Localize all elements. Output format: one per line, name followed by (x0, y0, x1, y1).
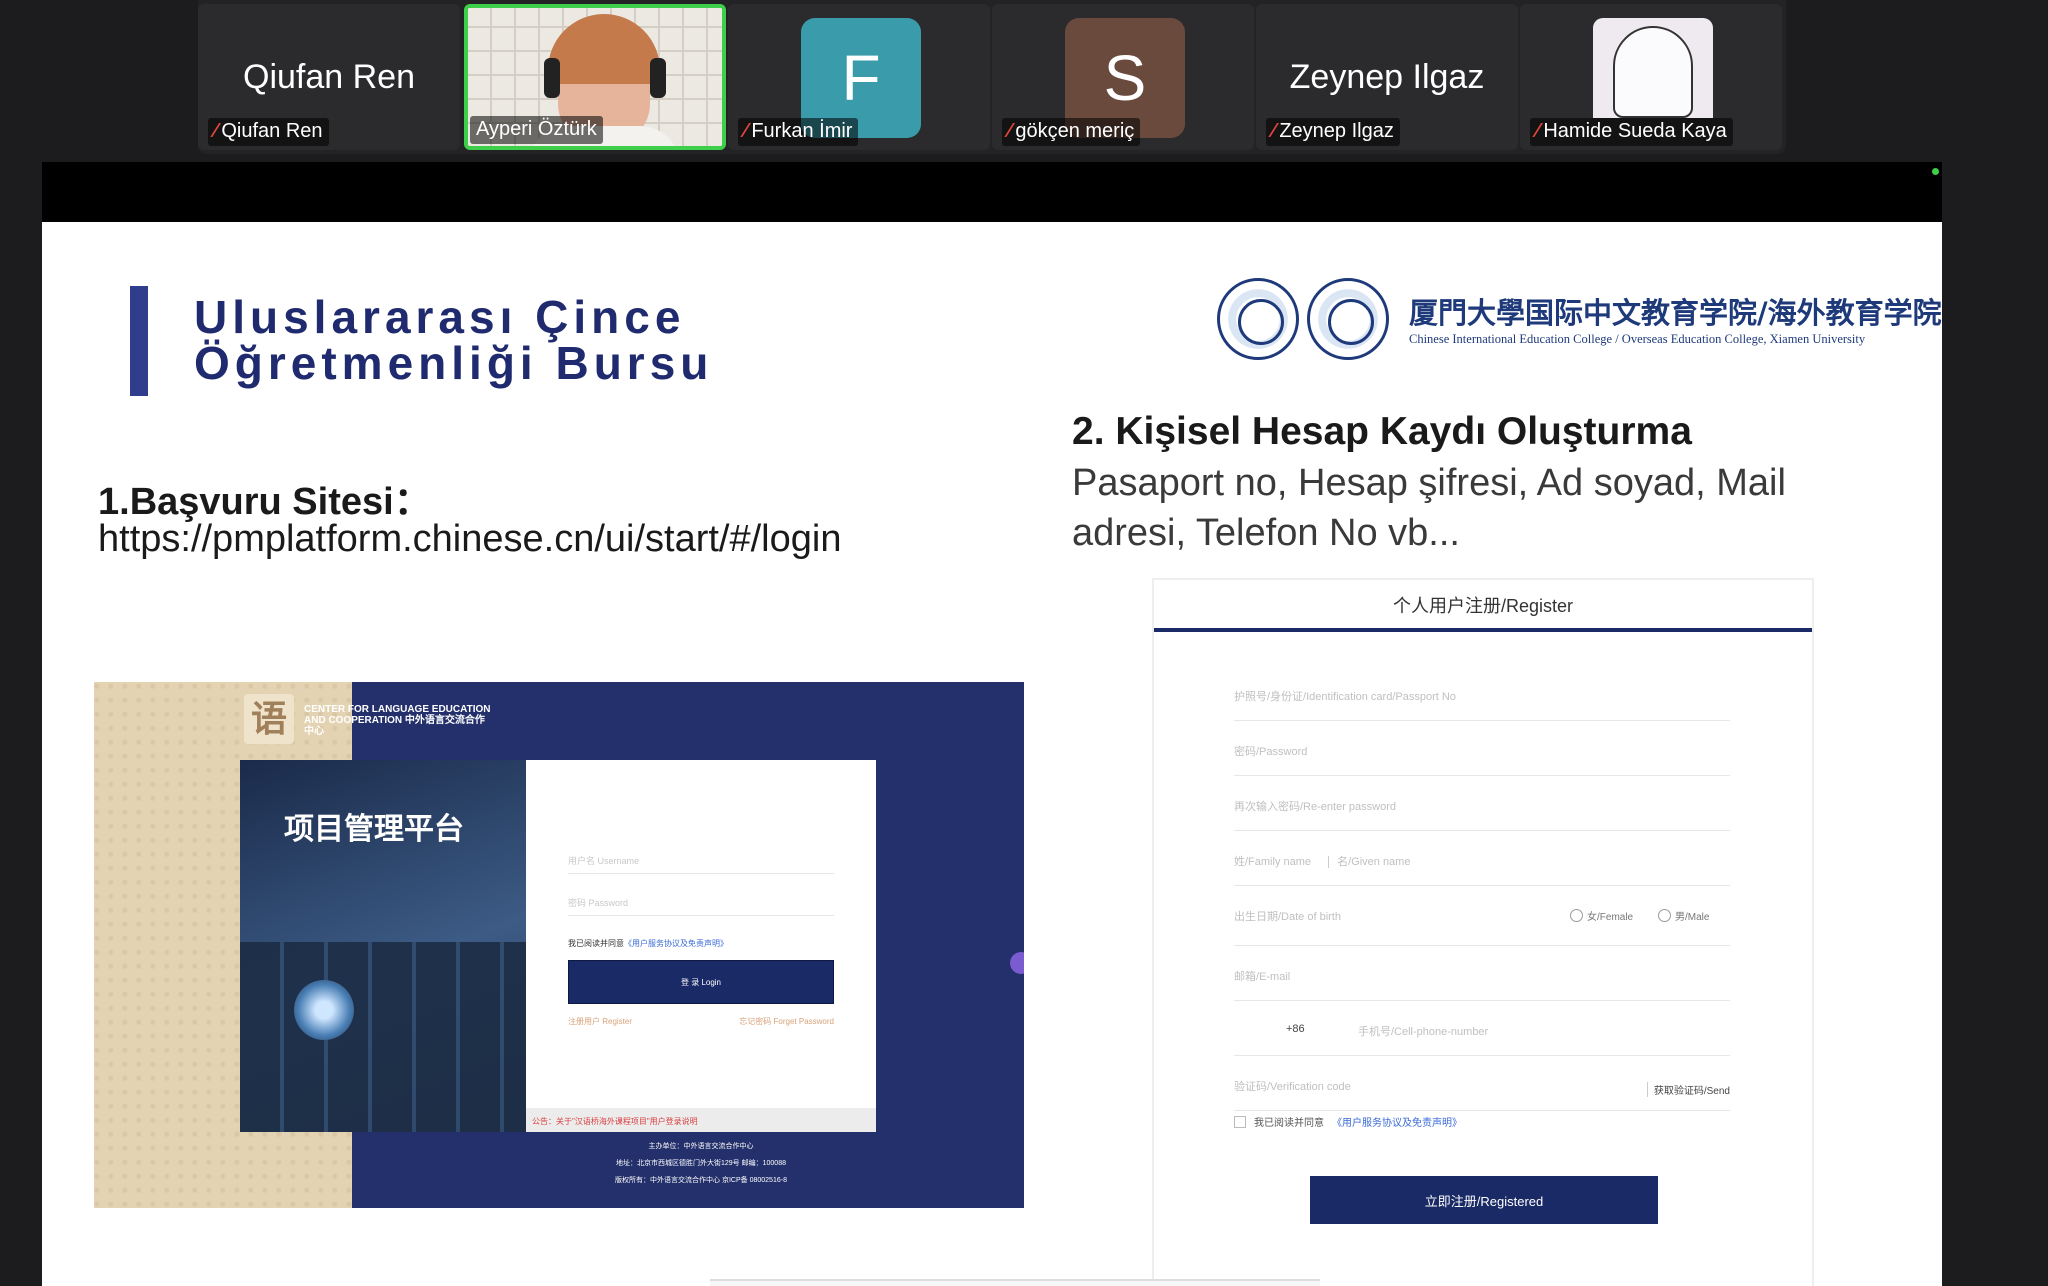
section2-description: Pasaport no, Hesap şifresi, Ad soyad, Ma… (1072, 462, 1786, 554)
male-radio: 男/Male (1658, 908, 1709, 923)
participant-label: Ayperi Öztürk (470, 116, 603, 144)
section1-url: https://pmplatform.chinese.cn/ui/start/#… (98, 518, 842, 560)
password-field: 密码/Password (1234, 721, 1730, 776)
username-input: 用户名 Username (568, 854, 834, 874)
participant-label: ⁄ Hamide Sueda Kaya (1530, 118, 1733, 146)
participant-label: ⁄ Qiufan Ren (208, 118, 329, 146)
participant-tile-gokcen[interactable]: S ⁄ gökçen meriç (992, 4, 1254, 150)
shared-screen-top-bar (42, 162, 1942, 222)
participant-label: ⁄ Furkan İmir (738, 118, 859, 146)
id-field: 护照号/身份证/Identification card/Passport No (1234, 666, 1730, 721)
notice-bar: 公告：关于"汉语桥海外课程项目"用户登录说明 (526, 1108, 876, 1132)
agreement-text: 我已阅读并同意《用户服务协议及免责声明》 (568, 939, 728, 948)
register-agreement: 我已阅读并同意 《用户服务协议及免责声明》 (1234, 1114, 1462, 1129)
name-field: 姓/Family name 名/Given name (1234, 831, 1730, 886)
phone-field: +86 手机号/Cell-phone-number (1234, 1001, 1730, 1056)
participant-display-name: Zeynep Ilgaz (1289, 58, 1485, 96)
mic-muted-icon: ⁄ (214, 120, 218, 142)
login-form: 用户名 Username 密码 Password 我已阅读并同意《用户服务协议及… (526, 760, 876, 1132)
slide-bottom-bar (710, 1279, 1320, 1286)
forgot-password-link: 忘记密码 Forget Password (739, 1017, 834, 1026)
register-title: 个人用户注册/Register (1154, 580, 1812, 632)
email-field: 邮箱/E-mail (1234, 946, 1730, 1001)
platform-banner: 项目管理平台 (240, 760, 526, 1132)
checkbox-icon (1234, 1115, 1246, 1128)
reenter-password-field: 再次输入密码/Re-enter password (1234, 776, 1730, 831)
country-code: +86 (1286, 1023, 1305, 1035)
seal-icon (1217, 278, 1299, 360)
keyboard-image (240, 942, 526, 1132)
verification-field: 验证码/Verification code 获取验证码/Send (1234, 1056, 1730, 1111)
recording-indicator (1932, 168, 1939, 175)
participant-label: ⁄ gökçen meriç (1002, 118, 1141, 146)
university-logo: 厦門大學国际中文教育学院/海外教育学院 Chinese Internationa… (1217, 278, 1942, 368)
register-page-screenshot: 个人用户注册/Register 护照号/身份证/Identification c… (1152, 578, 1814, 1286)
participant-tile-ayperi[interactable]: Ayperi Öztürk (464, 4, 726, 150)
login-footer: 主办单位：中外语言交流合作中心 地址：北京市西城区德胜门外大街129号 邮编：1… (615, 1143, 787, 1184)
mic-muted-icon: ⁄ (1008, 120, 1012, 142)
side-widget-icon (1010, 952, 1024, 974)
mic-muted-icon: ⁄ (1536, 120, 1540, 142)
meeting-window: Qiufan Ren ⁄ Qiufan Ren Ayperi Öztürk F ⁄… (0, 0, 2048, 1286)
female-radio: 女/Female (1570, 908, 1633, 923)
send-code-button: 获取验证码/Send (1646, 1082, 1730, 1097)
clec-logo-icon: 语 (244, 694, 294, 744)
register-button: 立即注册/Registered (1310, 1176, 1658, 1224)
participant-label: ⁄ Zeynep Ilgaz (1266, 118, 1400, 146)
section2-heading: 2. Kişisel Hesap Kaydı Oluşturma (1072, 410, 1692, 453)
globe-seal-icon (1307, 278, 1389, 360)
password-input: 密码 Password (568, 896, 834, 916)
participant-strip: Qiufan Ren ⁄ Qiufan Ren Ayperi Öztürk F ⁄… (198, 0, 1786, 154)
participant-tile-furkan[interactable]: F ⁄ Furkan İmir (728, 4, 990, 150)
register-link: 注册用户 Register (568, 1017, 633, 1026)
shared-slide: Uluslararası Çince Öğretmenliği Bursu 厦門… (42, 222, 1942, 1286)
participant-tile-zeynep[interactable]: Zeynep Ilgaz ⁄ Zeynep Ilgaz (1256, 4, 1518, 150)
login-button: 登 录 Login (568, 960, 834, 1004)
clec-logo-text: CENTER FOR LANGUAGE EDUCATION AND COOPER… (304, 704, 491, 737)
avatar (1593, 18, 1713, 118)
slide-title: Uluslararası Çince Öğretmenliği Bursu (194, 291, 714, 389)
participant-tile-hamide[interactable]: ⁄ Hamide Sueda Kaya (1520, 4, 1782, 150)
participant-tile-qiufan[interactable]: Qiufan Ren ⁄ Qiufan Ren (198, 4, 460, 150)
mic-muted-icon: ⁄ (744, 120, 748, 142)
login-page-screenshot: 语 CENTER FOR LANGUAGE EDUCATION AND COOP… (94, 682, 1024, 1208)
title-accent-bar (130, 286, 148, 396)
participant-display-name: Qiufan Ren (243, 58, 415, 96)
mic-muted-icon: ⁄ (1272, 120, 1276, 142)
dob-field: 出生日期/Date of birth 女/Female 男/Male (1234, 886, 1730, 946)
globe-icon (294, 980, 354, 1040)
section1-heading: 1.Başvuru Sitesi： (98, 481, 432, 523)
